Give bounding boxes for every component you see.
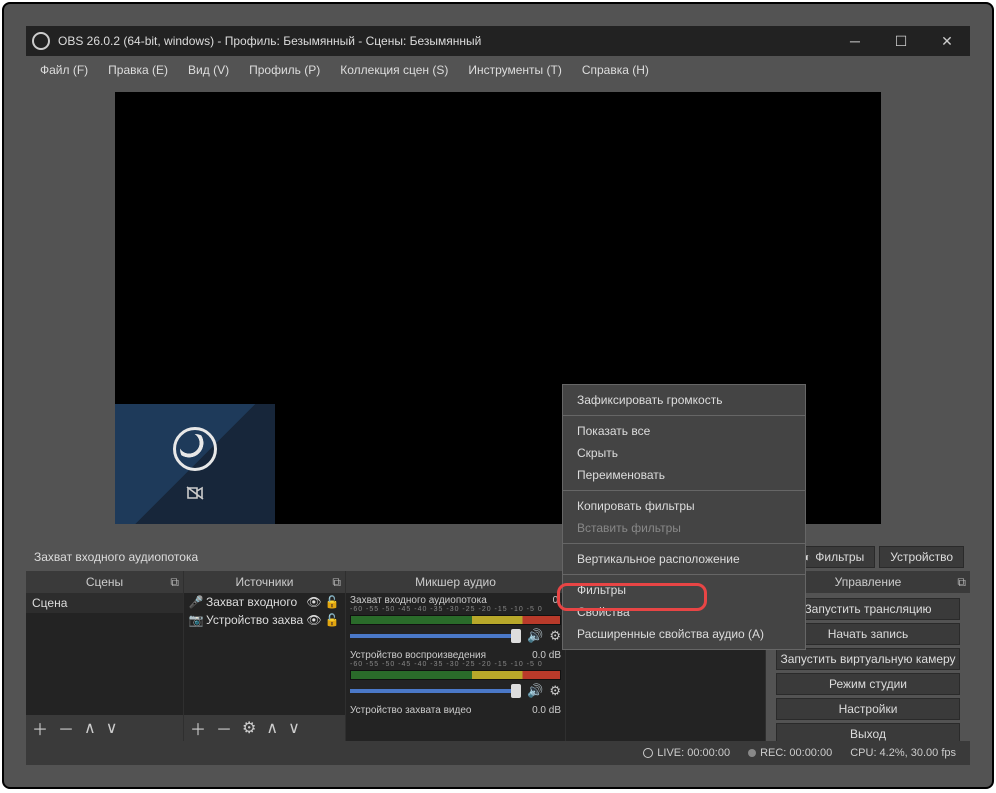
gear-icon[interactable]: ⚙ (549, 683, 561, 699)
start-vcam-button[interactable]: Запустить виртуальную камеру (776, 648, 960, 670)
lock-toggle[interactable]: 🔓 (323, 595, 341, 609)
context-menu-item[interactable]: Фильтры (563, 579, 805, 601)
mixer-track: Захват входного аудиопотока0. -60 -55 -5… (346, 593, 565, 648)
context-menu: Зафиксировать громкость Показать всеСкрыт… (562, 384, 806, 650)
menu-view[interactable]: Вид (V) (178, 59, 239, 81)
broadcast-icon (643, 748, 653, 758)
selected-source-bar: Захват входного аудиопотока ⚙Свойства ◐Ф… (26, 543, 970, 571)
audio-meter (350, 615, 561, 625)
scenes-title: Сцены (86, 575, 123, 589)
menu-file[interactable]: Файл (F) (30, 59, 98, 81)
lock-toggle[interactable]: 🔓 (323, 613, 341, 627)
obs-logo-icon (173, 427, 217, 471)
titlebar: OBS 26.0.2 (64-bit, windows) - Профиль: … (26, 26, 970, 56)
record-dot-icon (748, 749, 756, 757)
visibility-toggle[interactable]: 👁 (305, 595, 323, 609)
popout-icon[interactable]: ⧉ (957, 575, 966, 590)
context-menu-item[interactable]: Показать все (563, 420, 805, 442)
gear-icon[interactable]: ⚙ (549, 628, 561, 644)
mixer-dock: Микшер аудио Захват входного аудиопотока… (346, 571, 566, 741)
context-menu-item[interactable]: Расширенные свойства аудио (A) (563, 623, 805, 645)
cpu-status: CPU: 4.2%, 30.00 fps (850, 747, 956, 759)
menu-edit[interactable]: Правка (E) (98, 59, 178, 81)
scene-up-button[interactable]: ∧ (84, 718, 96, 738)
menu-scene-collection[interactable]: Коллекция сцен (S) (330, 59, 458, 81)
sources-dock: Источники ⧉ 🎤 Захват входного 👁 🔓 📷 Устро… (184, 571, 346, 741)
docks: Сцены ⧉ Сцена ＋ － ∧ ∨ Источники ⧉ 🎤 Захват… (26, 571, 970, 741)
source-item[interactable]: 🎤 Захват входного 👁 🔓 (184, 593, 345, 611)
volume-slider[interactable] (350, 689, 521, 693)
scene-item[interactable]: Сцена (26, 593, 183, 613)
source-thumbnail[interactable] (115, 404, 275, 524)
speaker-icon[interactable]: 🔊 (527, 628, 543, 644)
mixer-track: Устройство захвата видео0.0 dB (346, 703, 565, 720)
controls-title: Управление (835, 575, 902, 589)
settings-button[interactable]: Настройки (776, 698, 960, 720)
studio-mode-button[interactable]: Режим студии (776, 673, 960, 695)
context-menu-item[interactable]: Переименовать (563, 464, 805, 486)
menu-tools[interactable]: Инструменты (T) (458, 59, 571, 81)
context-menu-item[interactable]: Вертикальное расположение (563, 548, 805, 570)
menu-help[interactable]: Справка (H) (572, 59, 659, 81)
source-down-button[interactable]: ∨ (288, 718, 300, 738)
exit-button[interactable]: Выход (776, 723, 960, 741)
obs-logo-icon (32, 32, 50, 50)
context-menu-item[interactable]: Скрыть (563, 442, 805, 464)
source-up-button[interactable]: ∧ (266, 718, 278, 738)
popout-icon[interactable]: ⧉ (332, 575, 341, 590)
source-item[interactable]: 📷 Устройство захва 👁 🔓 (184, 611, 345, 629)
statusbar: LIVE: 00:00:00 REC: 00:00:00 CPU: 4.2%, … (26, 741, 970, 765)
visibility-toggle[interactable]: 👁 (305, 613, 323, 627)
remove-scene-button[interactable]: － (58, 716, 74, 740)
context-menu-item[interactable]: Зафиксировать громкость (563, 389, 805, 411)
remove-source-button[interactable]: － (216, 716, 232, 740)
close-button[interactable]: ✕ (924, 26, 970, 56)
live-status: LIVE: 00:00:00 (657, 747, 730, 759)
scenes-dock: Сцены ⧉ Сцена ＋ － ∧ ∨ (26, 571, 184, 741)
minimize-button[interactable]: ─ (832, 26, 878, 56)
context-menu-item: Вставить фильтры (563, 517, 805, 539)
speaker-icon[interactable]: 🔊 (527, 683, 543, 699)
sources-title: Источники (236, 575, 294, 589)
selected-source-label: Захват входного аудиопотока (34, 550, 198, 564)
rec-status: REC: 00:00:00 (760, 747, 832, 759)
source-props-button[interactable]: ⚙ (242, 718, 256, 738)
add-scene-button[interactable]: ＋ (32, 716, 48, 740)
microphone-icon: 🎤 (188, 595, 204, 609)
scene-down-button[interactable]: ∨ (106, 718, 118, 738)
maximize-button[interactable]: ☐ (878, 26, 924, 56)
window-title: OBS 26.0.2 (64-bit, windows) - Профиль: … (58, 34, 481, 48)
camera-off-icon (185, 485, 205, 501)
menubar: Файл (F) Правка (E) Вид (V) Профиль (P) … (26, 56, 970, 84)
preview-area (26, 84, 970, 543)
device-button[interactable]: Устройство (879, 546, 964, 568)
camera-icon: 📷 (188, 613, 204, 627)
mixer-track: Устройство воспроизведения0.0 dB -60 -55… (346, 648, 565, 703)
obs-window: OBS 26.0.2 (64-bit, windows) - Профиль: … (26, 26, 970, 765)
add-source-button[interactable]: ＋ (190, 716, 206, 740)
popout-icon[interactable]: ⧉ (170, 575, 179, 590)
menu-profile[interactable]: Профиль (P) (239, 59, 330, 81)
context-menu-item[interactable]: Свойства (563, 601, 805, 623)
context-menu-item[interactable]: Копировать фильтры (563, 495, 805, 517)
volume-slider[interactable] (350, 634, 521, 638)
mixer-title: Микшер аудио (415, 575, 496, 589)
audio-meter (350, 670, 561, 680)
